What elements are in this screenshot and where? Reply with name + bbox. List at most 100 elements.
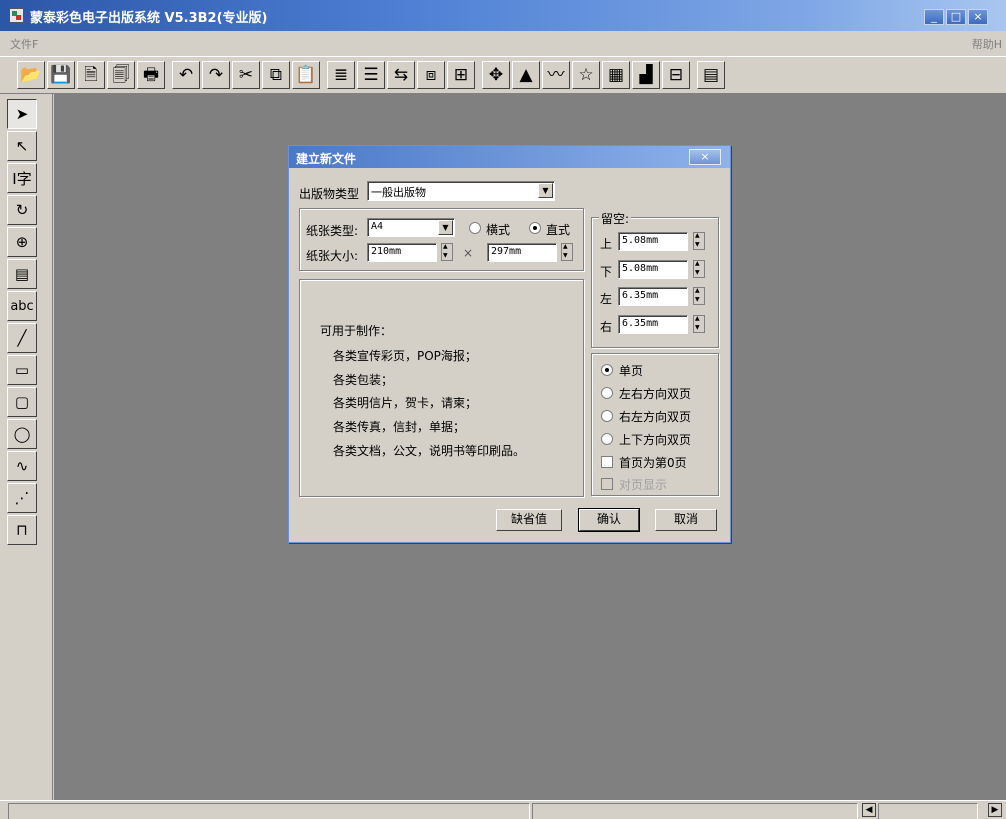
first-page-zero-checkbox[interactable] [601, 456, 613, 468]
cancel-button[interactable]: 取消 [655, 509, 717, 531]
scroll-right-icon[interactable]: ▶ [988, 803, 1002, 817]
save-icon[interactable]: 💾 [47, 61, 75, 89]
rectangle-icon[interactable]: ▭ [7, 355, 37, 385]
first-page-zero-label: 首页为第0页 [619, 456, 687, 470]
margin-bottom-field[interactable]: 5.08mm [618, 260, 688, 279]
facing-pages-label: 对页显示 [619, 478, 668, 492]
dialog-close-button[interactable]: × [689, 149, 721, 165]
minimize-button[interactable]: _ [924, 9, 944, 25]
line-icon[interactable]: ╱ [7, 323, 37, 353]
text-block-icon[interactable]: ☰ [357, 61, 385, 89]
page-prop-icon[interactable]: 🗐 [107, 61, 135, 89]
height-value: 297mm [491, 246, 522, 257]
landscape-label: 横式 [486, 223, 511, 237]
rl-double-radio[interactable] [601, 410, 613, 422]
tb-double-radio[interactable] [601, 433, 613, 445]
page-setup-icon[interactable]: 🗎 [77, 61, 105, 89]
margin-bottom-spinner[interactable] [693, 260, 705, 278]
text-flow-icon[interactable]: ≣ [327, 61, 355, 89]
default-values-button[interactable]: 缺省值 [496, 509, 562, 531]
chevron-down-icon[interactable]: ▼ [538, 183, 553, 198]
margin-top-field[interactable]: 5.08mm [618, 232, 688, 251]
menu-help[interactable]: 帮助H [972, 36, 1002, 52]
margin-top-value: 5.08mm [622, 235, 659, 246]
maximize-button[interactable]: □ [946, 9, 966, 25]
width-field[interactable]: 210mm [367, 243, 437, 262]
menu-file[interactable]: 文件F [10, 36, 38, 52]
height-spinner[interactable] [561, 243, 573, 261]
rounded-rect-icon[interactable]: ▢ [7, 387, 37, 417]
main-toolbar: 📂 💾 🗎 🗐 🖶 ↶ ↷ ✂ ⧉ 📋 ≣ ☰ ⇆ ⧈ ⊞ ✥ ▲ 〰 ☆ ▦ ▟ ⊟ ▤ [0, 56, 1006, 94]
page-option-label: 上下方向双页 [619, 433, 692, 447]
paper-type-select[interactable]: A4 ▼ [367, 218, 455, 237]
margin-right-value: 6.35mm [622, 318, 659, 329]
ellipse-icon[interactable]: ◯ [7, 419, 37, 449]
ok-button[interactable]: 确认 [578, 508, 640, 532]
tool-palette: ➤ ↖ I字 ↻ ⊕ ▤ abc ╱ ▭ ▢ ◯ ∿ ⋰ ⊓ [0, 94, 53, 800]
print-icon[interactable]: 🖶 [137, 61, 165, 89]
margin-left-spinner[interactable] [693, 287, 705, 305]
redo-icon[interactable]: ↷ [202, 61, 230, 89]
paper-type-value: A4 [371, 221, 384, 232]
facing-pages-checkbox [601, 478, 613, 490]
lr-double-radio[interactable] [601, 387, 613, 399]
shapes-color-icon[interactable]: ▲ [512, 61, 540, 89]
pub-type-label: 出版物类型 [299, 187, 360, 201]
pub-type-select[interactable]: 一般出版物 ▼ [367, 181, 555, 201]
paste-icon[interactable]: 📋 [292, 61, 320, 89]
size-times-sign: × [463, 246, 474, 260]
stack-icon[interactable]: ⧈ [417, 61, 445, 89]
width-spinner[interactable] [441, 243, 453, 261]
cut-icon[interactable]: ✂ [232, 61, 260, 89]
copy-icon[interactable]: ⧉ [262, 61, 290, 89]
portrait-label: 直式 [546, 223, 571, 237]
margin-left-field[interactable]: 6.35mm [618, 287, 688, 306]
preview-icon[interactable]: ▤ [697, 61, 725, 89]
curve-icon[interactable]: ∿ [7, 451, 37, 481]
app-icon [9, 8, 24, 23]
undo-icon[interactable]: ↶ [172, 61, 200, 89]
description-line: 各类明信片，贺卡，请柬； [333, 396, 478, 410]
select-arrow-icon[interactable]: ➤ [7, 99, 37, 129]
map-icon[interactable]: ▦ [602, 61, 630, 89]
status-bar: ◀ ▶ [0, 800, 1006, 819]
close-button[interactable]: × [968, 9, 988, 25]
height-field[interactable]: 297mm [487, 243, 557, 262]
dotted-line-icon[interactable]: ⋰ [7, 483, 37, 513]
zoom-icon[interactable]: ⊕ [7, 227, 37, 257]
width-value: 210mm [371, 246, 402, 257]
star-icon[interactable]: ☆ [572, 61, 600, 89]
table-text-icon[interactable]: ⊟ [662, 61, 690, 89]
status-panel-left [8, 803, 530, 819]
text-frame-icon[interactable]: abc [7, 291, 37, 321]
menu-bar: 文件F 帮助H [0, 31, 1006, 56]
group-icon[interactable]: ⊞ [447, 61, 475, 89]
margin-left-label: 左 [600, 292, 613, 306]
description-line: 各类宣传彩页，POP海报； [333, 349, 477, 363]
description-panel [299, 279, 584, 497]
scroll-left-icon[interactable]: ◀ [862, 803, 876, 817]
landscape-radio[interactable] [469, 222, 481, 234]
margin-top-spinner[interactable] [693, 232, 705, 250]
page-icon[interactable]: ▤ [7, 259, 37, 289]
dialog-title-bar: 建立新文件 × [289, 146, 730, 168]
image-icon[interactable]: ▟ [632, 61, 660, 89]
portrait-radio[interactable] [529, 222, 541, 234]
rotate-icon[interactable]: ↻ [7, 195, 37, 225]
chevron-down-icon[interactable]: ▼ [438, 220, 453, 235]
paper-size-label: 纸张大小: [306, 249, 359, 263]
window-title: 蒙泰彩色电子出版系统 V5.3B2(专业版) [30, 11, 268, 26]
text-tool-icon[interactable]: I字 [7, 163, 37, 193]
margin-right-field[interactable]: 6.35mm [618, 315, 688, 334]
align-icon[interactable]: ⇆ [387, 61, 415, 89]
margin-right-spinner[interactable] [693, 315, 705, 333]
move-icon[interactable]: ✥ [482, 61, 510, 89]
rainbow-icon[interactable]: 〰 [542, 61, 570, 89]
new-file-dialog: 建立新文件 × 出版物类型 一般出版物 ▼ 纸张类型: A4 ▼ 横式 直式 纸… [288, 145, 731, 543]
margins-title: 留空: [599, 210, 632, 227]
node-select-icon[interactable]: ↖ [7, 131, 37, 161]
title-bar: 蒙泰彩色电子出版系统 V5.3B2(专业版) _ □ × [0, 0, 1006, 31]
table-icon[interactable]: ⊓ [7, 515, 37, 545]
open-icon[interactable]: 📂 [17, 61, 45, 89]
single-page-radio[interactable] [601, 364, 613, 376]
